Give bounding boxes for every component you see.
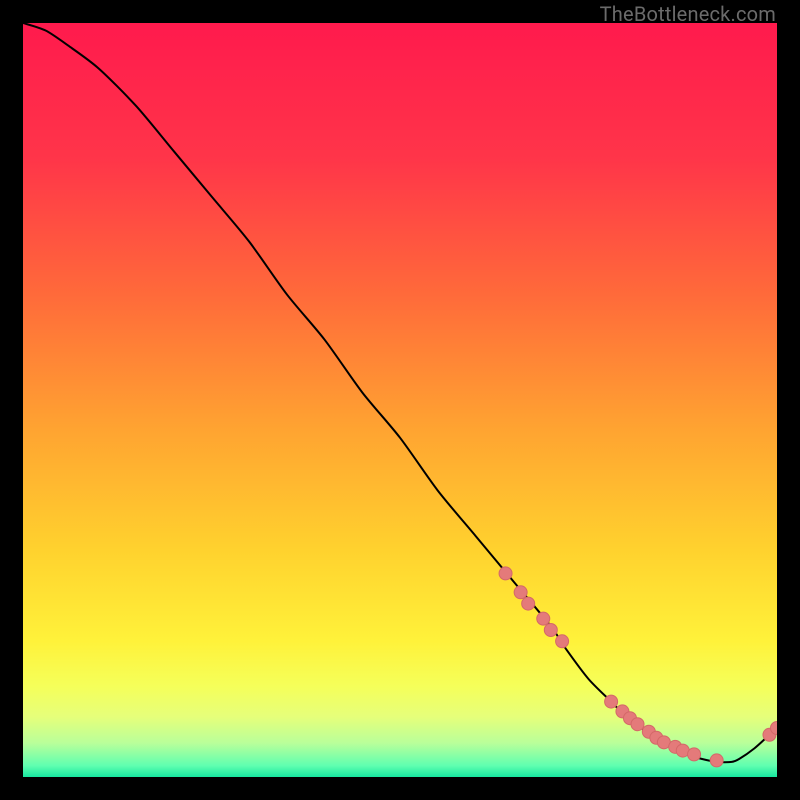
data-point	[544, 623, 557, 636]
chart-background	[23, 23, 777, 777]
data-point	[556, 635, 569, 648]
data-point	[537, 612, 550, 625]
data-point	[514, 586, 527, 599]
data-point	[631, 718, 644, 731]
chart-svg	[23, 23, 777, 777]
data-point	[522, 597, 535, 610]
data-point	[710, 754, 723, 767]
data-point	[688, 748, 701, 761]
data-point	[605, 695, 618, 708]
chart-stage: TheBottleneck.com	[0, 0, 800, 800]
plot-area	[23, 23, 777, 777]
data-point	[499, 567, 512, 580]
